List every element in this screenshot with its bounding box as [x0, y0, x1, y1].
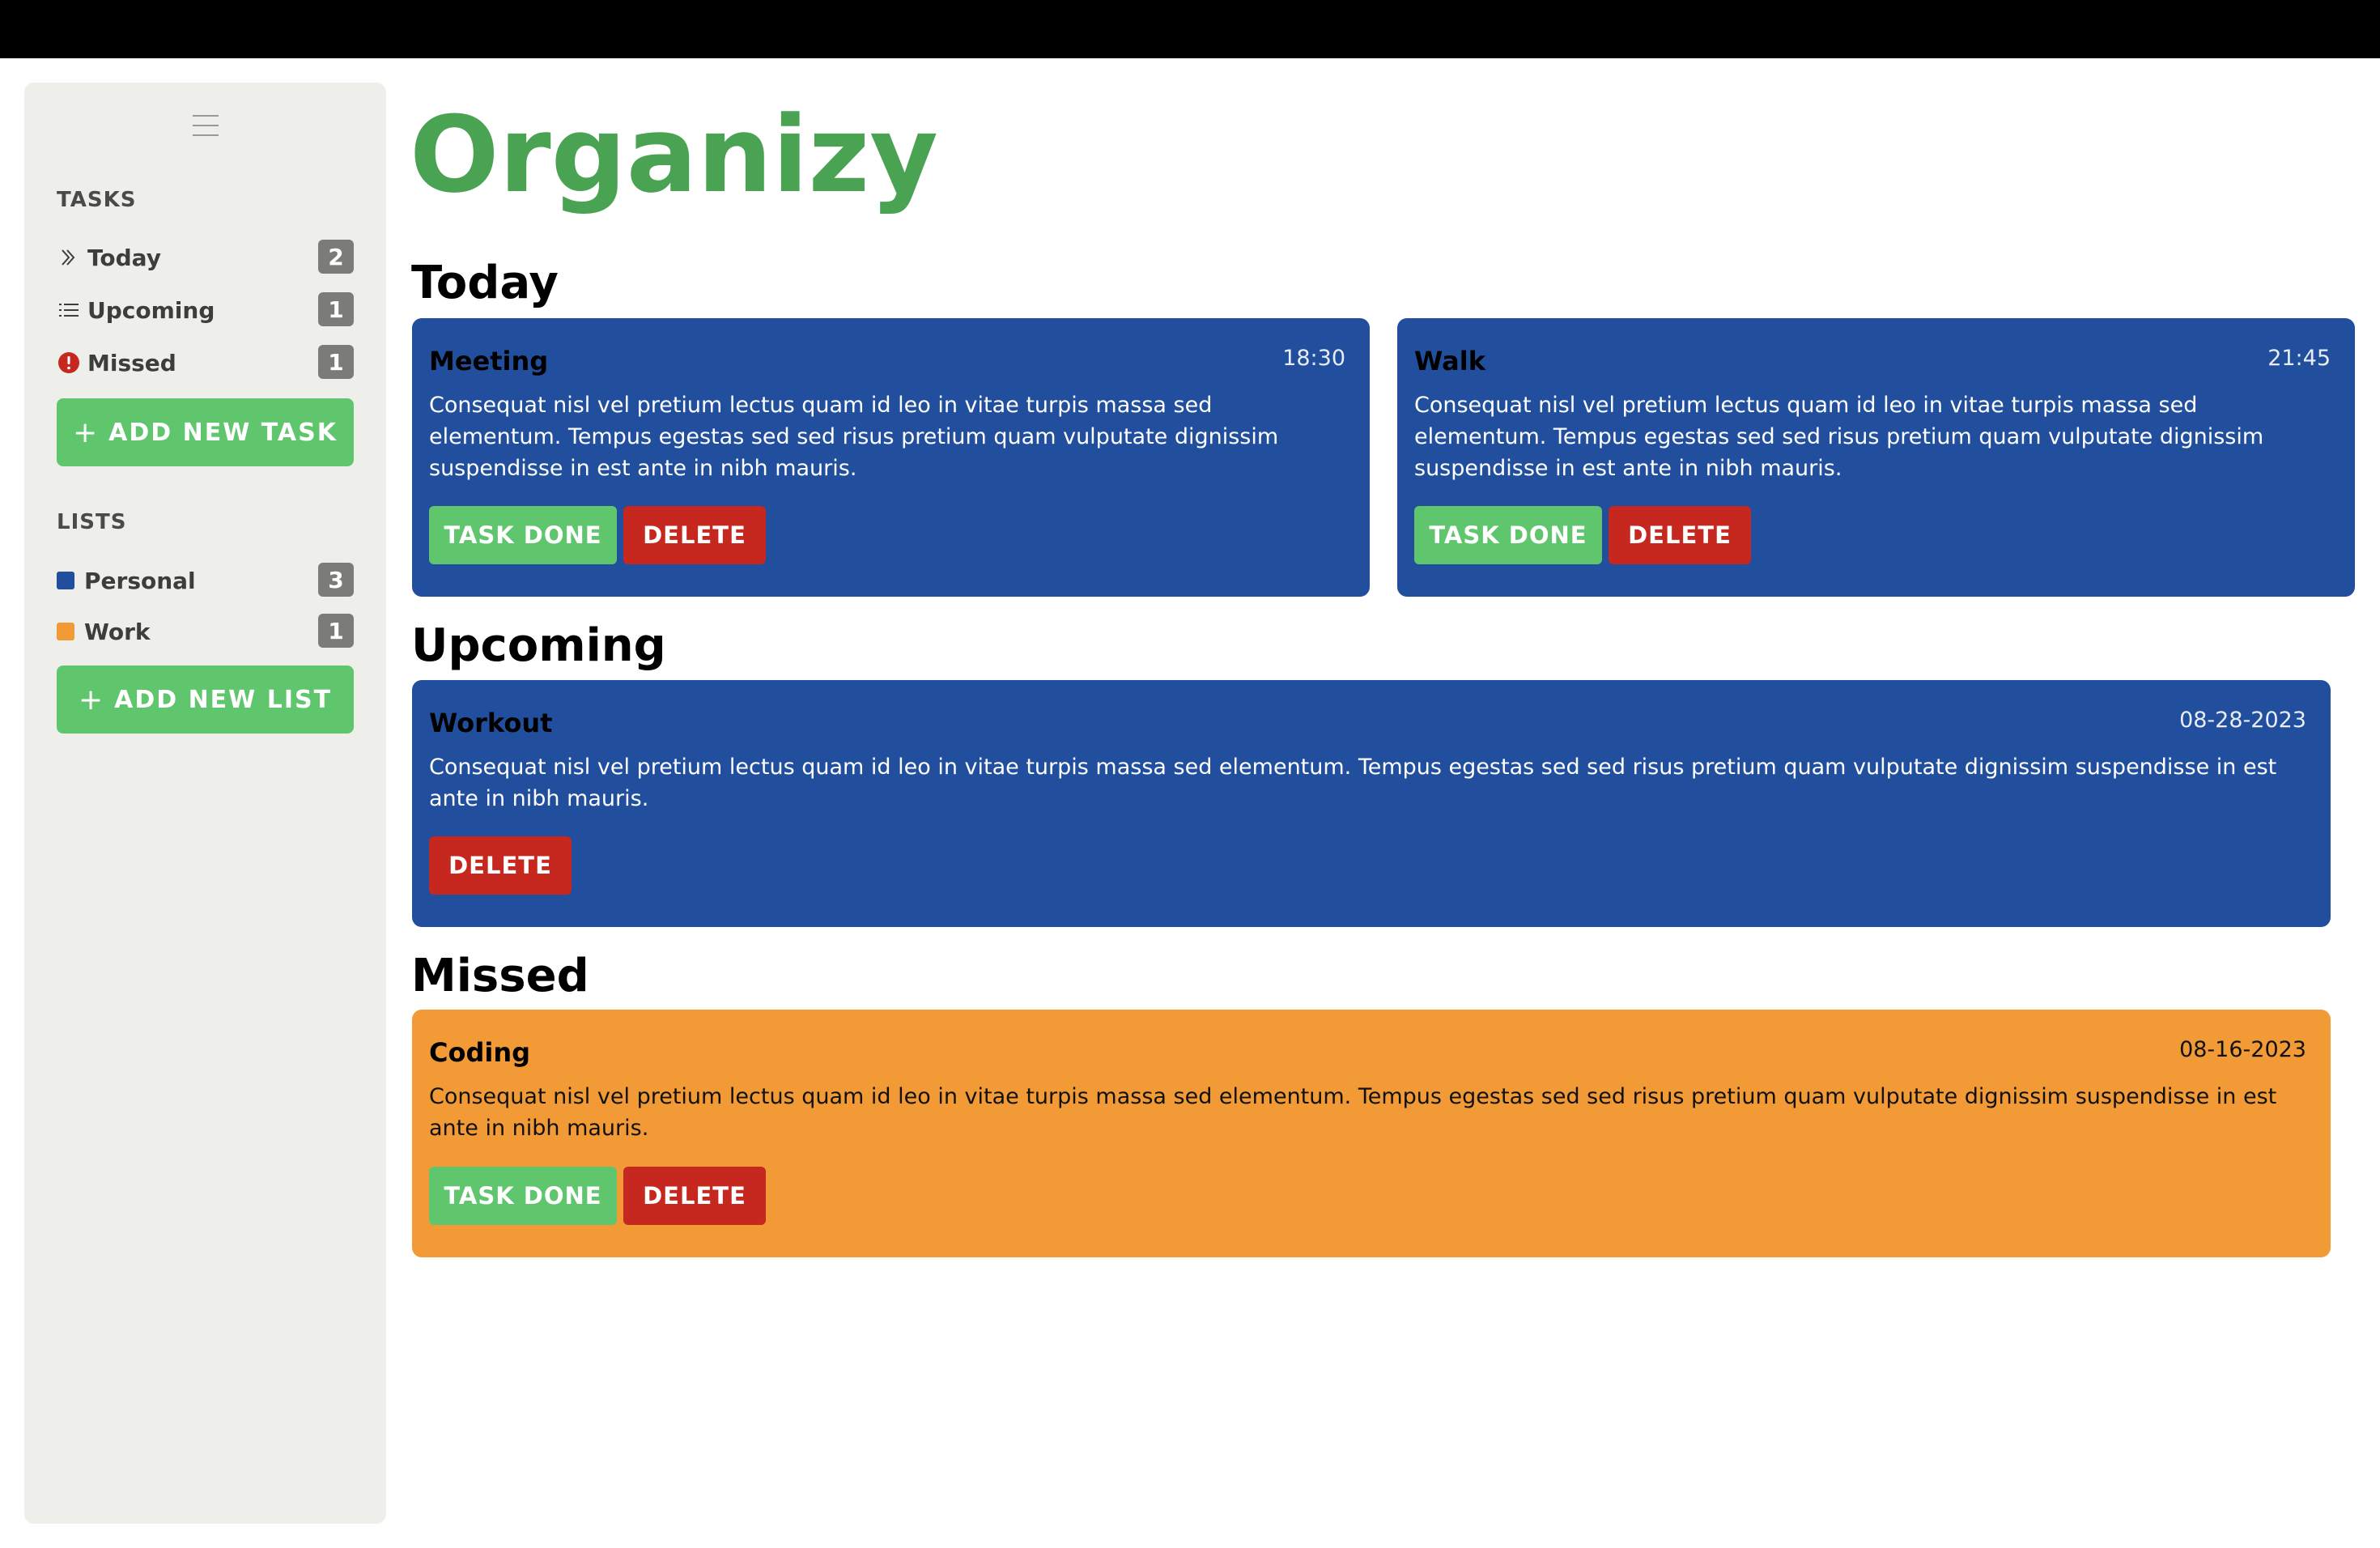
- sidebar-item-missed[interactable]: Missed 1: [57, 345, 354, 381]
- list-color-swatch: [57, 623, 74, 640]
- delete-button[interactable]: DELETE: [429, 836, 572, 895]
- task-date: 08-16-2023: [2179, 1037, 2306, 1062]
- section-title-missed: Missed: [411, 950, 589, 1002]
- add-new-list-button[interactable]: + ADD NEW LIST: [57, 666, 354, 734]
- task-card-walk: Walk 21:45 Consequat nisl vel pretium le…: [1397, 318, 2355, 597]
- add-new-task-button[interactable]: + ADD NEW TASK: [57, 398, 354, 466]
- delete-button[interactable]: DELETE: [623, 506, 766, 564]
- list-item-work[interactable]: Work 1: [57, 614, 354, 649]
- task-title: Meeting: [429, 346, 549, 376]
- add-new-list-label: ADD NEW LIST: [114, 685, 333, 714]
- task-done-button[interactable]: TASK DONE: [429, 506, 617, 564]
- task-description: Consequat nisl vel pretium lectus quam i…: [429, 1084, 2277, 1141]
- alert-circle-icon: [57, 351, 81, 375]
- count-badge: 1: [318, 614, 354, 648]
- list-item-label: Work: [84, 618, 151, 645]
- sidebar-item-label: Missed: [87, 349, 176, 376]
- task-card-meeting: Meeting 18:30 Consequat nisl vel pretium…: [412, 318, 1370, 597]
- count-badge: 2: [318, 240, 354, 274]
- task-time: 18:30: [1282, 346, 1345, 371]
- window-top-bar: [0, 0, 2380, 58]
- list-icon: [57, 298, 81, 322]
- list-color-swatch: [57, 572, 74, 589]
- sidebar-item-upcoming[interactable]: Upcoming 1: [57, 292, 354, 328]
- task-title: Walk: [1414, 346, 1485, 376]
- sidebar-item-label: Upcoming: [87, 296, 215, 324]
- add-new-task-label: ADD NEW TASK: [108, 418, 338, 447]
- plus-icon: +: [73, 415, 100, 449]
- app-title: Organizy: [410, 93, 938, 216]
- double-chevron-right-icon: [57, 245, 81, 270]
- count-badge: 1: [318, 292, 354, 326]
- tasks-heading: TASKS: [57, 188, 137, 212]
- count-badge: 1: [318, 345, 354, 379]
- task-card-coding: Coding 08-16-2023 Consequat nisl vel pre…: [412, 1010, 2331, 1257]
- task-date: 08-28-2023: [2179, 708, 2306, 733]
- task-description: Consequat nisl vel pretium lectus quam i…: [1414, 393, 2264, 481]
- task-card-workout: Workout 08-28-2023 Consequat nisl vel pr…: [412, 680, 2331, 927]
- plus-icon: +: [78, 683, 105, 717]
- task-title: Coding: [429, 1037, 531, 1068]
- task-description: Consequat nisl vel pretium lectus quam i…: [429, 393, 1279, 481]
- menu-icon[interactable]: [193, 115, 219, 138]
- task-time: 21:45: [2267, 346, 2331, 371]
- section-title-today: Today: [411, 257, 559, 309]
- count-badge: 3: [318, 563, 354, 597]
- section-title-upcoming: Upcoming: [411, 619, 666, 672]
- task-description: Consequat nisl vel pretium lectus quam i…: [429, 755, 2277, 811]
- sidebar-item-today[interactable]: Today 2: [57, 240, 354, 275]
- sidebar-item-label: Today: [87, 244, 161, 271]
- task-done-button[interactable]: TASK DONE: [1414, 506, 1602, 564]
- task-title: Workout: [429, 708, 553, 738]
- lists-heading: LISTS: [57, 510, 127, 534]
- list-item-personal[interactable]: Personal 3: [57, 563, 354, 598]
- delete-button[interactable]: DELETE: [623, 1167, 766, 1225]
- delete-button[interactable]: DELETE: [1609, 506, 1751, 564]
- task-done-button[interactable]: TASK DONE: [429, 1167, 617, 1225]
- list-item-label: Personal: [84, 567, 196, 594]
